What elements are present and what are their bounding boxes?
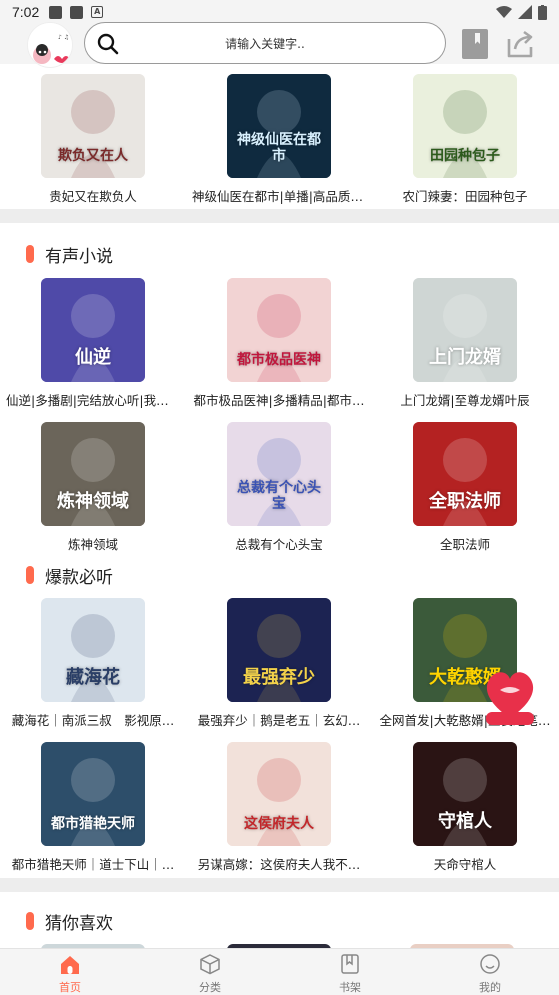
book-cover[interactable]: 仙逆 [41, 278, 145, 382]
book-cover[interactable]: 都市猎艳天师 [41, 742, 145, 846]
book-cover[interactable]: 最强弃少 [227, 598, 331, 702]
cover-title-text: 欺负又在人 [58, 147, 128, 164]
book-title[interactable]: 农门辣妻：田园种包子 [372, 186, 558, 205]
book-cover[interactable]: 守棺人 [413, 742, 517, 846]
main-content[interactable]: 欺负又在人贵妃又在欺负人 神级仙医在都市神级仙医在都市|单播|高品质|… 田园种包子… [0, 64, 559, 948]
cover-title-text: 上门龙婿 [429, 347, 501, 369]
cube-icon [200, 954, 220, 975]
book-row: 仙逆 仙逆|多播剧|完结放心听|我欲… 都市极品医神 都市极品医神|多播精品|都市… 上… [0, 278, 559, 408]
book-title[interactable]: 都市猎艳天师｜道士下山｜… [0, 854, 186, 873]
cover-title-text: 守棺人 [438, 811, 492, 833]
book-title[interactable]: 最强弃少｜鹅是老五｜玄幻… [186, 710, 372, 729]
share-icon [507, 30, 533, 58]
search-box[interactable]: 请输入关键字.. [84, 22, 446, 64]
book-title[interactable]: 总裁有个心头宝 [186, 534, 372, 553]
cover-title-text: 这侯府夫人 [244, 815, 314, 832]
avatar-image: ♪ ♫ [28, 23, 72, 67]
book-title[interactable]: 天命守棺人 [372, 854, 558, 873]
book-cover[interactable]: 总裁有个心头宝 [227, 422, 331, 526]
book-row: 炼神领域 炼神领域 总裁有个心头宝 总裁有个心头宝 全职法师 全职法师 [0, 422, 559, 552]
book-cover[interactable]: 田园种包子 [413, 74, 517, 178]
status-bar: 7:02 A [0, 0, 559, 24]
cover-title-text: 藏海花 [66, 667, 120, 689]
book-row: 欺负又在人贵妃又在欺负人 神级仙医在都市神级仙医在都市|单播|高品质|… 田园种包子… [0, 74, 559, 204]
book-title[interactable]: 另谋高嫁：这侯府夫人我不… [186, 854, 372, 873]
book-title[interactable]: 藏海花｜南派三叔 影视原… [0, 710, 186, 729]
section-divider [0, 878, 559, 892]
profile-icon [480, 954, 500, 974]
nav-bookshelf[interactable]: 书架 [280, 949, 420, 995]
section-title: 爆款必听 [45, 567, 113, 588]
cover-title-text: 神级仙医在都市 [237, 132, 321, 164]
book-cover[interactable]: 这侯府夫人 [227, 742, 331, 846]
book-cover[interactable]: 全职法师 [413, 422, 517, 526]
book-title[interactable]: 神级仙医在都市|单播|高品质|… [186, 186, 372, 205]
section-accent-bar [26, 566, 34, 584]
cover-title-text: 全职法师 [429, 491, 501, 513]
avatar[interactable]: ♪ ♫ [27, 22, 73, 68]
app-a-icon: A [91, 6, 104, 18]
nav-home[interactable]: 首页 [0, 949, 140, 995]
cover-title-text: 炼神领域 [57, 491, 129, 513]
book-title[interactable]: 上门龙婿|至尊龙婿叶辰 [372, 390, 558, 409]
section-header: 猜你喜欢 [0, 907, 559, 935]
book-title[interactable]: 都市极品医神|多播精品|都市… [186, 390, 372, 409]
book-cover[interactable]: 都市极品医神 [227, 278, 331, 382]
nav-category-label: 分类 [199, 981, 221, 994]
cover-title-text: 田园种包子 [430, 147, 500, 164]
cover-title-text: 总裁有个心头宝 [237, 480, 321, 512]
wifi-icon [496, 6, 512, 18]
book-title[interactable]: 仙逆|多播剧|完结放心听|我欲… [0, 390, 186, 409]
home-icon [61, 956, 79, 974]
section-divider [0, 209, 559, 223]
book-cover[interactable]: 上门龙婿 [413, 278, 517, 382]
book-row: 藏海花 藏海花｜南派三叔 影视原… 最强弃少 最强弃少｜鹅是老五｜玄幻… 大乾憨婿 全网首… [0, 598, 559, 728]
section-accent-bar [26, 912, 34, 930]
cover-title-text: 都市极品医神 [237, 351, 321, 368]
bookshelf-icon [341, 954, 359, 974]
section-header: 爆款必听 [0, 561, 559, 589]
floating-gift-badge[interactable] [480, 660, 540, 730]
search-input[interactable]: 请输入关键字.. [85, 35, 445, 52]
nav-bookshelf-label: 书架 [339, 981, 361, 994]
notification-icon [49, 5, 63, 19]
section-title: 有声小说 [45, 246, 113, 267]
cover-title-text: 仙逆 [75, 347, 111, 369]
book-title[interactable]: 贵妃又在欺负人 [0, 186, 186, 205]
book-row: 都市猎艳天师都市猎艳天师｜道士下山｜… 这侯府夫人另谋高嫁：这侯府夫人我不… 守棺人… [0, 742, 559, 872]
book-cover[interactable]: 炼神领域 [41, 422, 145, 526]
section-header: 有声小说 [0, 240, 559, 268]
section-accent-bar [26, 245, 34, 263]
book-title[interactable]: 炼神领域 [0, 534, 186, 553]
book-cover[interactable]: 藏海花 [41, 598, 145, 702]
svg-text:♪ ♫: ♪ ♫ [58, 34, 69, 41]
book-cover[interactable]: 欺负又在人 [41, 74, 145, 178]
nav-profile[interactable]: 我的 [420, 949, 559, 995]
section-title: 猜你喜欢 [45, 913, 113, 934]
nav-profile-label: 我的 [479, 981, 501, 994]
gift-heart-icon [486, 672, 534, 725]
nav-category[interactable]: 分类 [140, 949, 280, 995]
book-cover[interactable]: 神级仙医在都市 [227, 74, 331, 178]
nav-home-label: 首页 [59, 981, 81, 994]
share-button[interactable] [505, 29, 535, 63]
book-title[interactable]: 全职法师 [372, 534, 558, 553]
bottom-nav: 首页 分类 书架 我的 [0, 948, 559, 995]
cover-title-text: 都市猎艳天师 [51, 815, 135, 832]
signal-icon [518, 5, 532, 19]
bookmark-icon [462, 29, 488, 59]
bookmark-button[interactable] [462, 29, 488, 63]
battery-icon [538, 4, 547, 20]
notification-icon [70, 5, 84, 19]
cover-title-text: 最强弃少 [243, 667, 315, 689]
status-time: 7:02 [12, 4, 40, 20]
